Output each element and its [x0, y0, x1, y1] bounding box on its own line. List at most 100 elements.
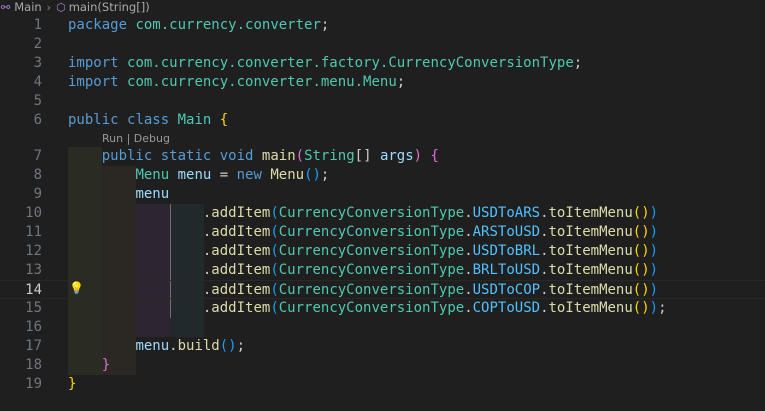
code-token: addItem	[211, 262, 271, 278]
lightbulb-icon[interactable]: 💡	[69, 281, 84, 295]
code-token: )	[649, 282, 659, 298]
code-line[interactable]: 2	[0, 35, 765, 54]
code-token: CurrencyConversionType	[278, 262, 465, 278]
code-token: .	[540, 205, 549, 221]
code-line[interactable]: 7 public static void main(String[] args)…	[0, 147, 765, 166]
code-text[interactable]: }	[68, 356, 110, 375]
line-number: 6	[33, 112, 42, 128]
code-token: ()	[632, 224, 650, 240]
code-token: {	[430, 148, 439, 164]
code-token: CurrencyConversionType	[278, 300, 465, 316]
code-token: com.currency.converter	[135, 17, 321, 33]
code-line[interactable]: 12 .addItem(CurrencyConversionType.USDTo…	[0, 242, 765, 261]
codelens[interactable]: Run | Debug	[102, 131, 170, 147]
code-token: main	[261, 148, 296, 164]
code-line[interactable]: 15 .addItem(CurrencyConversionType.COPTo…	[0, 299, 765, 318]
code-token: void	[219, 148, 254, 164]
code-token: COPToUSD	[472, 300, 541, 316]
code-text[interactable]: Menu menu = new Menu();	[68, 166, 329, 185]
code-text[interactable]: import com.currency.converter.factory.Cu…	[68, 54, 582, 73]
line-number: 1	[33, 17, 42, 33]
line-number: 7	[33, 148, 42, 164]
code-token: args	[379, 148, 414, 164]
code-line[interactable]: 8 Menu menu = new Menu();	[0, 166, 765, 185]
code-token: addItem	[211, 224, 271, 240]
line-number: 17	[25, 338, 42, 354]
code-token: )	[649, 205, 659, 221]
code-line[interactable]: 11 .addItem(CurrencyConversionType.ARSTo…	[0, 223, 765, 242]
code-token: .	[540, 282, 549, 298]
code-token: .	[540, 224, 549, 240]
code-token: .	[540, 262, 549, 278]
code-line[interactable]: 6 public class Main {	[0, 111, 765, 130]
codelens-run[interactable]: Run	[102, 132, 123, 145]
code-token: .	[68, 282, 212, 298]
code-token: build	[177, 338, 220, 354]
code-token: package	[68, 17, 128, 33]
code-text[interactable]: .addItem(CurrencyConversionType.BRLToUSD…	[68, 261, 658, 280]
line-number: 18	[25, 357, 42, 373]
code-token: CurrencyConversionType	[278, 205, 465, 221]
code-token: import	[68, 55, 119, 71]
code-token: ()	[632, 300, 650, 316]
line-number: 8	[33, 167, 42, 183]
code-token: public	[68, 112, 119, 128]
code-token: toItemMenu	[548, 262, 633, 278]
codelens-debug[interactable]: Debug	[134, 132, 170, 145]
code-text[interactable]: package com.currency.converter;	[68, 16, 329, 35]
code-line[interactable]: 19}	[0, 375, 765, 394]
code-editor[interactable]: Run | Debug 1 package com.currency.conver…	[0, 0, 765, 411]
code-token: Menu	[135, 167, 170, 183]
code-line[interactable]: 3 import com.currency.converter.factory.C…	[0, 54, 765, 73]
code-token: USDToBRL	[472, 243, 541, 259]
code-text[interactable]: .addItem(CurrencyConversionType.COPToUSD…	[68, 299, 667, 318]
code-token: USDToARS	[472, 205, 541, 221]
code-line[interactable]: 17 menu.build();	[0, 337, 765, 356]
code-line[interactable]: 16	[0, 318, 765, 337]
code-token: CurrencyConversionType	[278, 282, 465, 298]
code-token: .	[68, 243, 212, 259]
code-token: .	[464, 224, 473, 240]
code-token: (	[270, 205, 279, 221]
code-text[interactable]: menu	[68, 185, 169, 204]
code-text[interactable]: public class Main {	[68, 111, 228, 130]
code-text[interactable]: public static void main(String[] args) {	[68, 147, 439, 166]
code-token: addItem	[211, 300, 271, 316]
code-token: )	[413, 148, 423, 164]
code-token: ()	[632, 262, 650, 278]
code-token: }	[101, 357, 111, 373]
code-line[interactable]: 10 .addItem(CurrencyConversionType.USDTo…	[0, 204, 765, 223]
code-token: class	[127, 112, 170, 128]
code-text[interactable]: .addItem(CurrencyConversionType.USDToCOP…	[68, 281, 658, 300]
code-line[interactable]: 13 .addItem(CurrencyConversionType.BRLTo…	[0, 261, 765, 280]
code-text[interactable]: .addItem(CurrencyConversionType.ARSToUSD…	[68, 223, 658, 242]
code-token: .	[68, 262, 212, 278]
code-token: (	[270, 243, 279, 259]
code-token: toItemMenu	[548, 243, 633, 259]
code-token: public	[101, 148, 153, 164]
code-line[interactable]: 5	[0, 92, 765, 111]
code-text[interactable]: import com.currency.converter.menu.Menu;	[68, 73, 405, 92]
code-token: .	[540, 300, 549, 316]
code-text[interactable]: .addItem(CurrencyConversionType.USDToBRL…	[68, 242, 658, 261]
code-token: ;	[320, 167, 330, 183]
code-line[interactable]: 4 import com.currency.converter.menu.Menu…	[0, 73, 765, 92]
code-token: addItem	[211, 282, 271, 298]
code-line[interactable]: 1 package com.currency.converter;	[0, 16, 765, 35]
code-token: .	[464, 262, 473, 278]
code-text[interactable]: }	[68, 375, 76, 394]
code-token: )	[649, 262, 659, 278]
code-line[interactable]: 9 menu	[0, 185, 765, 204]
code-text[interactable]: .addItem(CurrencyConversionType.USDToARS…	[68, 204, 658, 223]
code-text[interactable]: menu.build();	[68, 337, 245, 356]
code-line[interactable]: 18 }	[0, 356, 765, 375]
code-token: .	[540, 243, 549, 259]
code-token: .	[68, 224, 212, 240]
code-line[interactable]: 14 .addItem(CurrencyConversionType.USDTo…	[0, 280, 765, 299]
